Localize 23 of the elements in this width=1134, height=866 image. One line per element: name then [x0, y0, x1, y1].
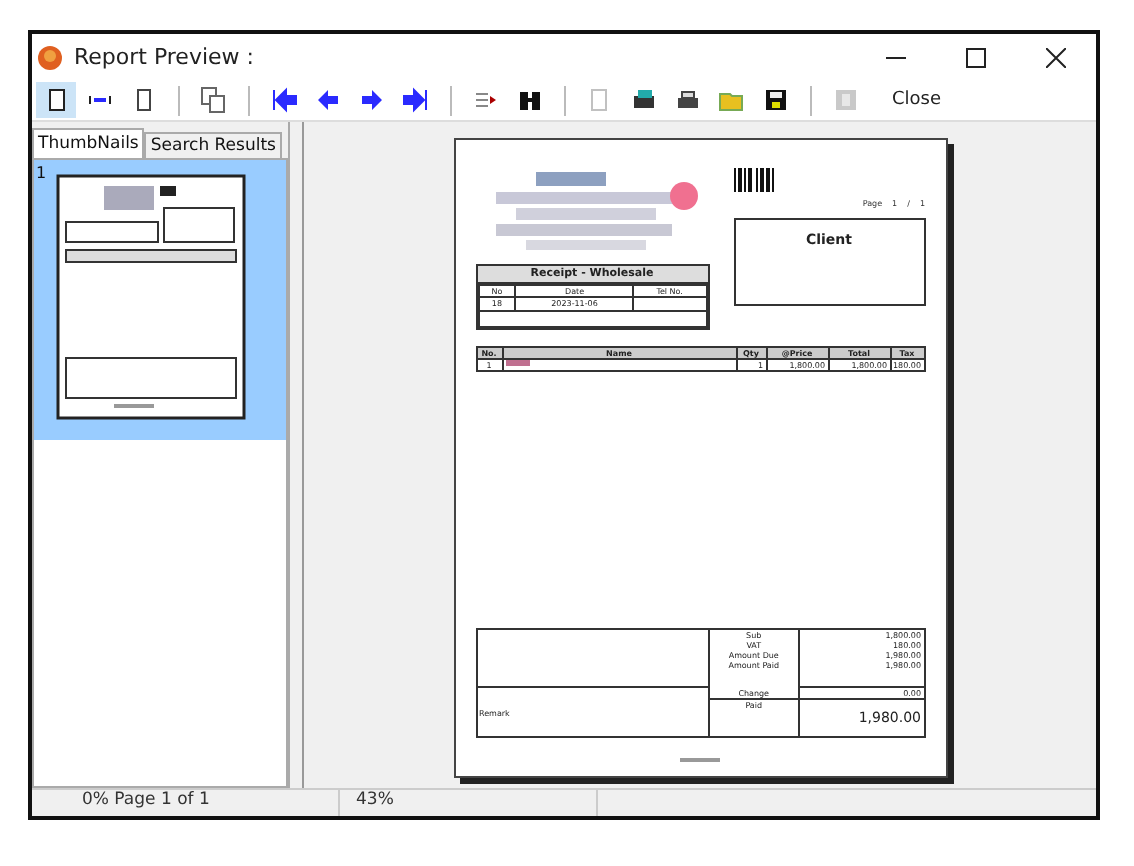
printer-icon	[674, 86, 702, 114]
previous-page-icon	[314, 86, 342, 114]
close-icon	[1046, 47, 1066, 67]
app-icon	[36, 43, 64, 71]
first-page-icon	[270, 86, 298, 114]
next-page-icon	[358, 86, 386, 114]
pixelated-text	[505, 360, 529, 368]
printer-setup-icon	[630, 86, 658, 114]
thumbnail-item[interactable]: 1	[34, 160, 286, 440]
barcode-icon	[733, 168, 777, 192]
status-text: 0% Page 1 of 1	[32, 790, 340, 816]
save-icon	[762, 86, 790, 114]
tab[interactable]: ThumbNails	[32, 128, 145, 158]
last-page-icon	[402, 86, 430, 114]
pages-icon	[200, 86, 228, 114]
page-number: 1	[36, 164, 47, 182]
zoom-level: 43%	[340, 790, 598, 816]
maximize-icon	[966, 47, 986, 67]
close-text-button[interactable]: Close	[892, 82, 942, 118]
toolbar-button[interactable]	[36, 82, 76, 118]
pixelated-text	[680, 758, 720, 764]
tab[interactable]: Search Results	[144, 132, 282, 158]
window-title: Report Preview :	[74, 44, 256, 70]
